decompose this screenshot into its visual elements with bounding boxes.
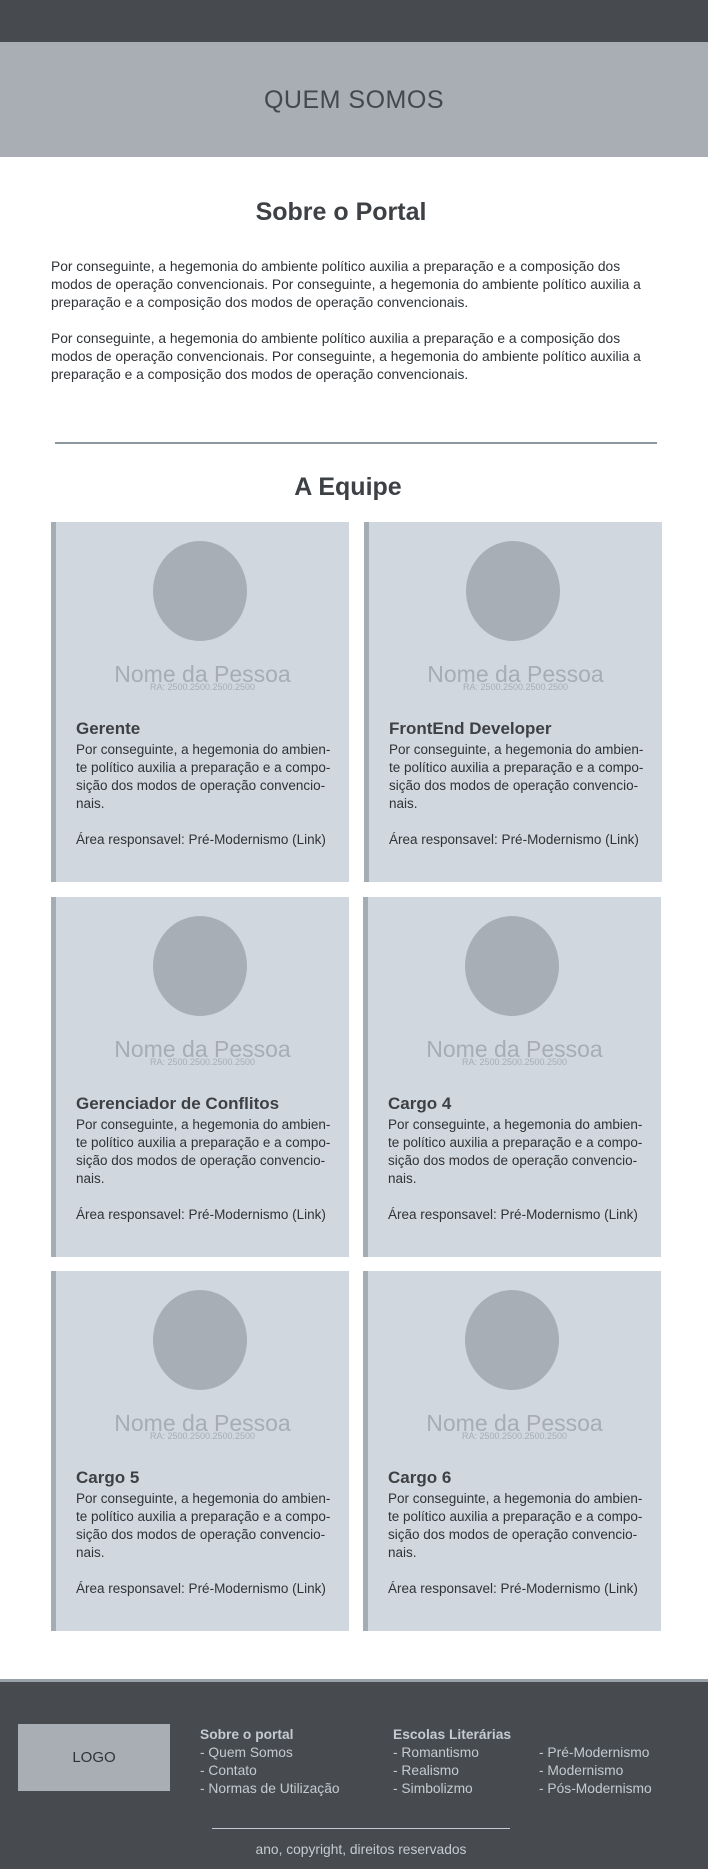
avatar <box>153 916 247 1016</box>
page-title: QUEM SOMOS <box>263 86 444 114</box>
footer-heading: Escolas Literárias <box>393 1727 512 1742</box>
footer-link-simbolizmo[interactable]: - Simbolizmo <box>393 1780 511 1798</box>
member-role: Gerenciador de Conflitos <box>76 1094 280 1113</box>
footer-heading: Sobre o portal <box>200 1727 294 1742</box>
about-heading: Sobre o Portal <box>255 198 427 226</box>
about-paragraph: Por conseguinte, a hegemonia do ambiente… <box>51 259 641 310</box>
member-ra: RA: 2500.2500.2500.2500 <box>149 1431 256 1441</box>
hero-banner: QUEM SOMOS <box>0 42 708 157</box>
member-role: Gerente <box>76 719 141 738</box>
member-role: Cargo 6 <box>388 1468 452 1487</box>
footer-link-realismo[interactable]: - Realismo <box>393 1762 511 1780</box>
member-area-link[interactable]: Área responsavel: Pré-Modernismo (Link) <box>76 1581 326 1596</box>
avatar <box>153 1290 247 1390</box>
logo[interactable]: LOGO <box>18 1724 170 1791</box>
footer-link-pre-modernismo[interactable]: - Pré-Modernismo <box>539 1744 652 1762</box>
member-role: FrontEnd Developer <box>389 719 552 738</box>
footer-link-modernismo[interactable]: - Modernismo <box>539 1762 652 1780</box>
footer-link-romantismo[interactable]: - Romantismo <box>393 1744 511 1762</box>
footer-link-normas[interactable]: - Normas de Utilização <box>200 1780 340 1798</box>
team-member-card: Nome da Pessoa RA: 2500.2500.2500.2500 C… <box>363 1271 661 1631</box>
member-ra: RA: 2500.2500.2500.2500 <box>149 1057 256 1067</box>
member-ra: RA: 2500.2500.2500.2500 <box>461 1057 568 1067</box>
copyright-text: ano, copyright, direitos reservados <box>255 1842 467 1857</box>
member-role: Cargo 5 <box>76 1468 140 1487</box>
footer-link-contato[interactable]: - Contato <box>200 1762 340 1780</box>
avatar <box>153 541 247 641</box>
member-description: Por conseguinte, a hegemonia do ambien-t… <box>388 1117 643 1186</box>
member-description: Por conseguinte, a hegemonia do ambien-t… <box>76 742 331 811</box>
avatar <box>466 541 560 641</box>
team-heading: A Equipe <box>294 473 402 501</box>
avatar <box>465 916 559 1016</box>
top-bar <box>0 0 708 42</box>
member-description: Por conseguinte, a hegemonia do ambien-t… <box>388 1491 643 1560</box>
member-area-link[interactable]: Área responsavel: Pré-Modernismo (Link) <box>388 1581 638 1596</box>
footer-column-about: Sobre o portal - Quem Somos - Contato - … <box>200 1726 340 1798</box>
member-role: Cargo 4 <box>388 1094 452 1113</box>
member-area-link[interactable]: Área responsavel: Pré-Modernismo (Link) <box>76 1207 326 1222</box>
footer-column-escolas-2: - Pré-Modernismo - Modernismo - Pós-Mode… <box>539 1744 652 1798</box>
member-ra: RA: 2500.2500.2500.2500 <box>462 682 569 692</box>
footer-link-quem-somos[interactable]: - Quem Somos <box>200 1744 340 1762</box>
member-ra: RA: 2500.2500.2500.2500 <box>461 1431 568 1441</box>
member-description: Por conseguinte, a hegemonia do ambien-t… <box>76 1117 331 1186</box>
member-ra: RA: 2500.2500.2500.2500 <box>149 682 256 692</box>
footer-column-escolas: Escolas Literárias - Romantismo - Realis… <box>393 1726 511 1798</box>
team-member-card: Nome da Pessoa RA: 2500.2500.2500.2500 C… <box>51 1271 349 1631</box>
avatar <box>465 1290 559 1390</box>
member-description: Por conseguinte, a hegemonia do ambien-t… <box>389 742 644 811</box>
footer-divider <box>212 1828 510 1829</box>
member-area-link[interactable]: Área responsavel: Pré-Modernismo (Link) <box>389 832 639 847</box>
footer-link-pos-modernismo[interactable]: - Pós-Modernismo <box>539 1780 652 1798</box>
team-member-card: Nome da Pessoa RA: 2500.2500.2500.2500 G… <box>51 897 349 1257</box>
team-member-card: Nome da Pessoa RA: 2500.2500.2500.2500 G… <box>51 522 349 882</box>
team-member-card: Nome da Pessoa RA: 2500.2500.2500.2500 C… <box>363 897 661 1257</box>
member-description: Por conseguinte, a hegemonia do ambien-t… <box>76 1491 331 1560</box>
member-area-link[interactable]: Área responsavel: Pré-Modernismo (Link) <box>388 1207 638 1222</box>
team-member-card: Nome da Pessoa RA: 2500.2500.2500.2500 F… <box>364 522 662 882</box>
about-paragraph: Por conseguinte, a hegemonia do ambiente… <box>51 331 641 382</box>
section-divider <box>55 442 657 444</box>
footer: LOGO Sobre o portal - Quem Somos - Conta… <box>0 1679 708 1869</box>
member-area-link[interactable]: Área responsavel: Pré-Modernismo (Link) <box>76 832 326 847</box>
